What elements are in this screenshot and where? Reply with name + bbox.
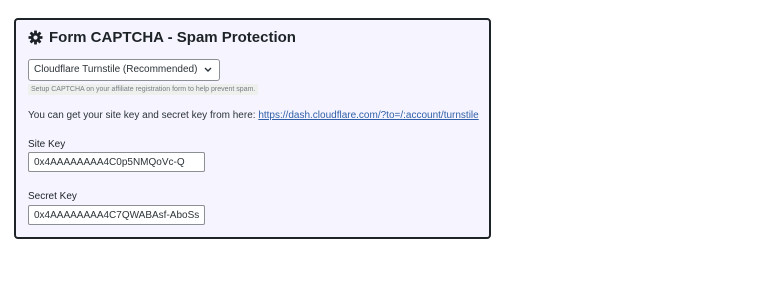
key-source-text: You can get your site key and secret key… [28, 110, 256, 121]
site-key-input[interactable] [28, 152, 205, 172]
captcha-settings-panel: Form CAPTCHA - Spam Protection Cloudflar… [14, 18, 491, 239]
section-title: Form CAPTCHA - Spam Protection [49, 29, 296, 46]
captcha-provider-select[interactable]: Cloudflare Turnstile (Recommended) [28, 59, 221, 81]
secret-key-label: Secret Key [28, 191, 77, 202]
captcha-provider-selected: Cloudflare Turnstile (Recommended) [34, 64, 198, 75]
key-source-info: You can get your site key and secret key… [28, 110, 479, 121]
chevron-down-icon [204, 67, 212, 72]
secret-key-input[interactable] [28, 205, 205, 225]
captcha-help-text: Setup CAPTCHA on your affiliate registra… [28, 84, 259, 95]
gear-icon [28, 30, 43, 45]
site-key-label: Site Key [28, 139, 66, 150]
turnstile-dashboard-link[interactable]: https://dash.cloudflare.com/?to=/:accoun… [258, 110, 478, 121]
section-header: Form CAPTCHA - Spam Protection [28, 29, 296, 46]
